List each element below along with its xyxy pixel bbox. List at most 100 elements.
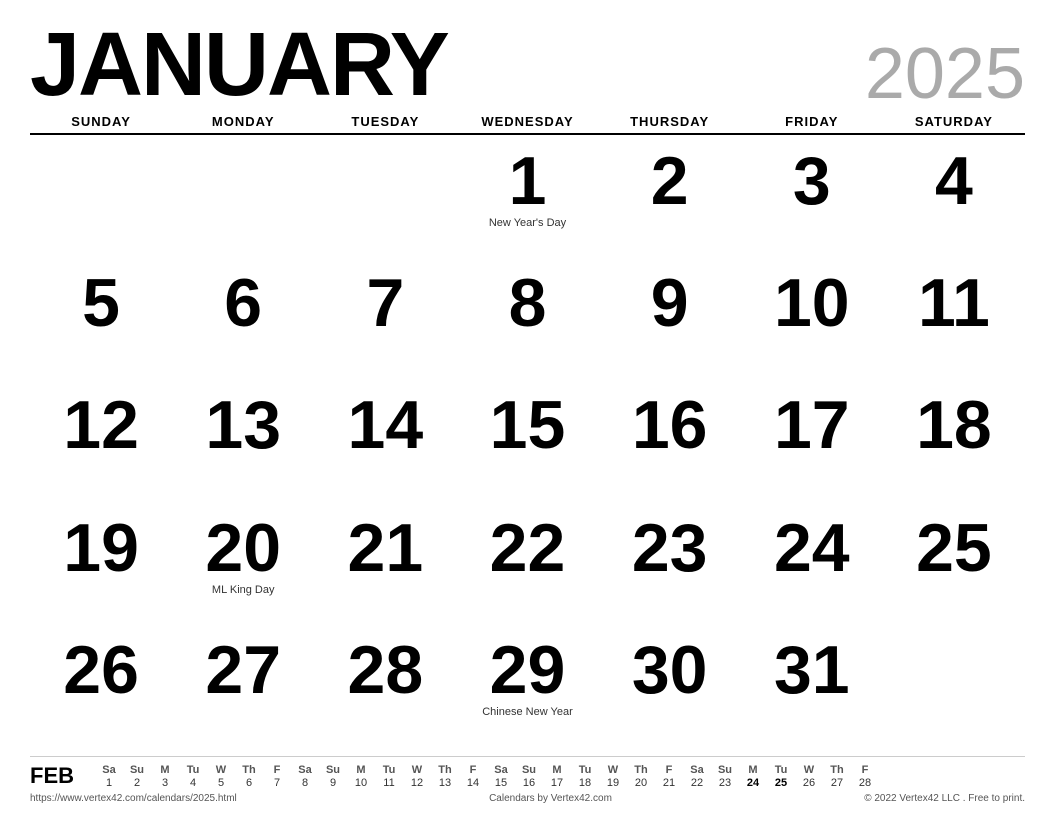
mini-day-header: Th: [235, 764, 263, 776]
day-number: 1: [509, 147, 547, 215]
mini-day: 5: [207, 777, 235, 789]
day-headers: SUNDAYMONDAYTUESDAYWEDNESDAYTHURSDAYFRID…: [30, 114, 1025, 135]
mini-day: 26: [795, 777, 823, 789]
day-event: New Year's Day: [489, 217, 566, 229]
day-cell: 16: [599, 385, 741, 507]
day-cell: 17: [741, 385, 883, 507]
day-number: 30: [632, 636, 708, 704]
mini-day: 7: [263, 777, 291, 789]
day-cell: 15: [456, 385, 598, 507]
footer-right: © 2022 Vertex42 LLC . Free to print.: [864, 793, 1025, 804]
mini-day-header: Sa: [291, 764, 319, 776]
mini-day: 22: [683, 777, 711, 789]
day-cell: 12: [30, 385, 172, 507]
day-number: 31: [774, 636, 850, 704]
footer: https://www.vertex42.com/calendars/2025.…: [30, 793, 1025, 804]
mini-day: 12: [403, 777, 431, 789]
day-number: 25: [916, 514, 992, 582]
mini-day: 10: [347, 777, 375, 789]
day-number: 15: [490, 391, 566, 459]
mini-day: 9: [319, 777, 347, 789]
mini-day-header: Tu: [571, 764, 599, 776]
day-number: 10: [774, 269, 850, 337]
empty-cell: [172, 141, 314, 263]
empty-cell: [314, 141, 456, 263]
day-number: 18: [916, 391, 992, 459]
day-number: 2: [651, 147, 689, 215]
mini-day-header: Su: [711, 764, 739, 776]
day-cell: 1 New Year's Day: [456, 141, 598, 263]
mini-day-header: Th: [823, 764, 851, 776]
mini-day: 18: [571, 777, 599, 789]
day-number: 12: [63, 391, 139, 459]
day-number: 28: [348, 636, 424, 704]
calendar-container: JANUARY 2025 SUNDAYMONDAYTUESDAYWEDNESDA…: [0, 0, 1055, 814]
mini-day: 16: [515, 777, 543, 789]
day-event: Chinese New Year: [482, 706, 573, 718]
mini-day-header: Tu: [767, 764, 795, 776]
day-number: 7: [366, 269, 404, 337]
mini-day-header: Tu: [179, 764, 207, 776]
mini-day-header: W: [403, 764, 431, 776]
day-number: 11: [918, 269, 990, 337]
mini-day-header: Th: [431, 764, 459, 776]
day-number: 16: [632, 391, 708, 459]
mini-day: 13: [431, 777, 459, 789]
header: JANUARY 2025: [30, 20, 1025, 110]
mini-day-header: Sa: [95, 764, 123, 776]
mini-day: 23: [711, 777, 739, 789]
day-cell: 13: [172, 385, 314, 507]
day-cell: 6: [172, 263, 314, 385]
mini-day: 28: [851, 777, 879, 789]
day-cell: 29Chinese New Year: [456, 630, 598, 752]
mini-day: 24: [739, 777, 767, 789]
year-title: 2025: [865, 38, 1025, 110]
mini-day: 4: [179, 777, 207, 789]
day-cell: 27: [172, 630, 314, 752]
mini-day: 1: [95, 777, 123, 789]
day-cell: 22: [456, 508, 598, 630]
month-title: JANUARY: [30, 20, 448, 110]
empty-cell: [883, 630, 1025, 752]
footer-url: https://www.vertex42.com/calendars/2025.…: [30, 793, 237, 804]
mini-day: 11: [375, 777, 403, 789]
mini-day: 14: [459, 777, 487, 789]
day-number: 17: [774, 391, 850, 459]
mini-day-header: F: [851, 764, 879, 776]
mini-day-header: W: [599, 764, 627, 776]
day-cell: 4: [883, 141, 1025, 263]
mini-day: 6: [235, 777, 263, 789]
mini-day: 17: [543, 777, 571, 789]
day-cell: 23: [599, 508, 741, 630]
mini-day-header: M: [543, 764, 571, 776]
day-number: 23: [632, 514, 708, 582]
mini-day-header: Su: [319, 764, 347, 776]
calendar-grid: 1New Year's Day2345678910111213141516171…: [30, 141, 1025, 752]
mini-month-label: FEB: [30, 763, 95, 789]
mini-day-header: Sa: [683, 764, 711, 776]
day-cell: 18: [883, 385, 1025, 507]
day-number: 9: [651, 269, 689, 337]
mini-day-header: Su: [515, 764, 543, 776]
day-header: SUNDAY: [30, 114, 172, 129]
day-number: 13: [205, 391, 281, 459]
day-cell: 25: [883, 508, 1025, 630]
day-cell: 14: [314, 385, 456, 507]
mini-day: 15: [487, 777, 515, 789]
day-cell: 31: [741, 630, 883, 752]
day-number: 5: [82, 269, 120, 337]
day-cell: 7: [314, 263, 456, 385]
mini-day: 3: [151, 777, 179, 789]
day-cell: 9: [599, 263, 741, 385]
day-header: SATURDAY: [883, 114, 1025, 129]
mini-day: 27: [823, 777, 851, 789]
mini-day: 2: [123, 777, 151, 789]
mini-day: 25: [767, 777, 795, 789]
mini-day: 20: [627, 777, 655, 789]
mini-day: 8: [291, 777, 319, 789]
mini-day-header: W: [795, 764, 823, 776]
mini-day-header: M: [151, 764, 179, 776]
mini-day: 19: [599, 777, 627, 789]
mini-day-header: W: [207, 764, 235, 776]
day-number: 6: [224, 269, 262, 337]
